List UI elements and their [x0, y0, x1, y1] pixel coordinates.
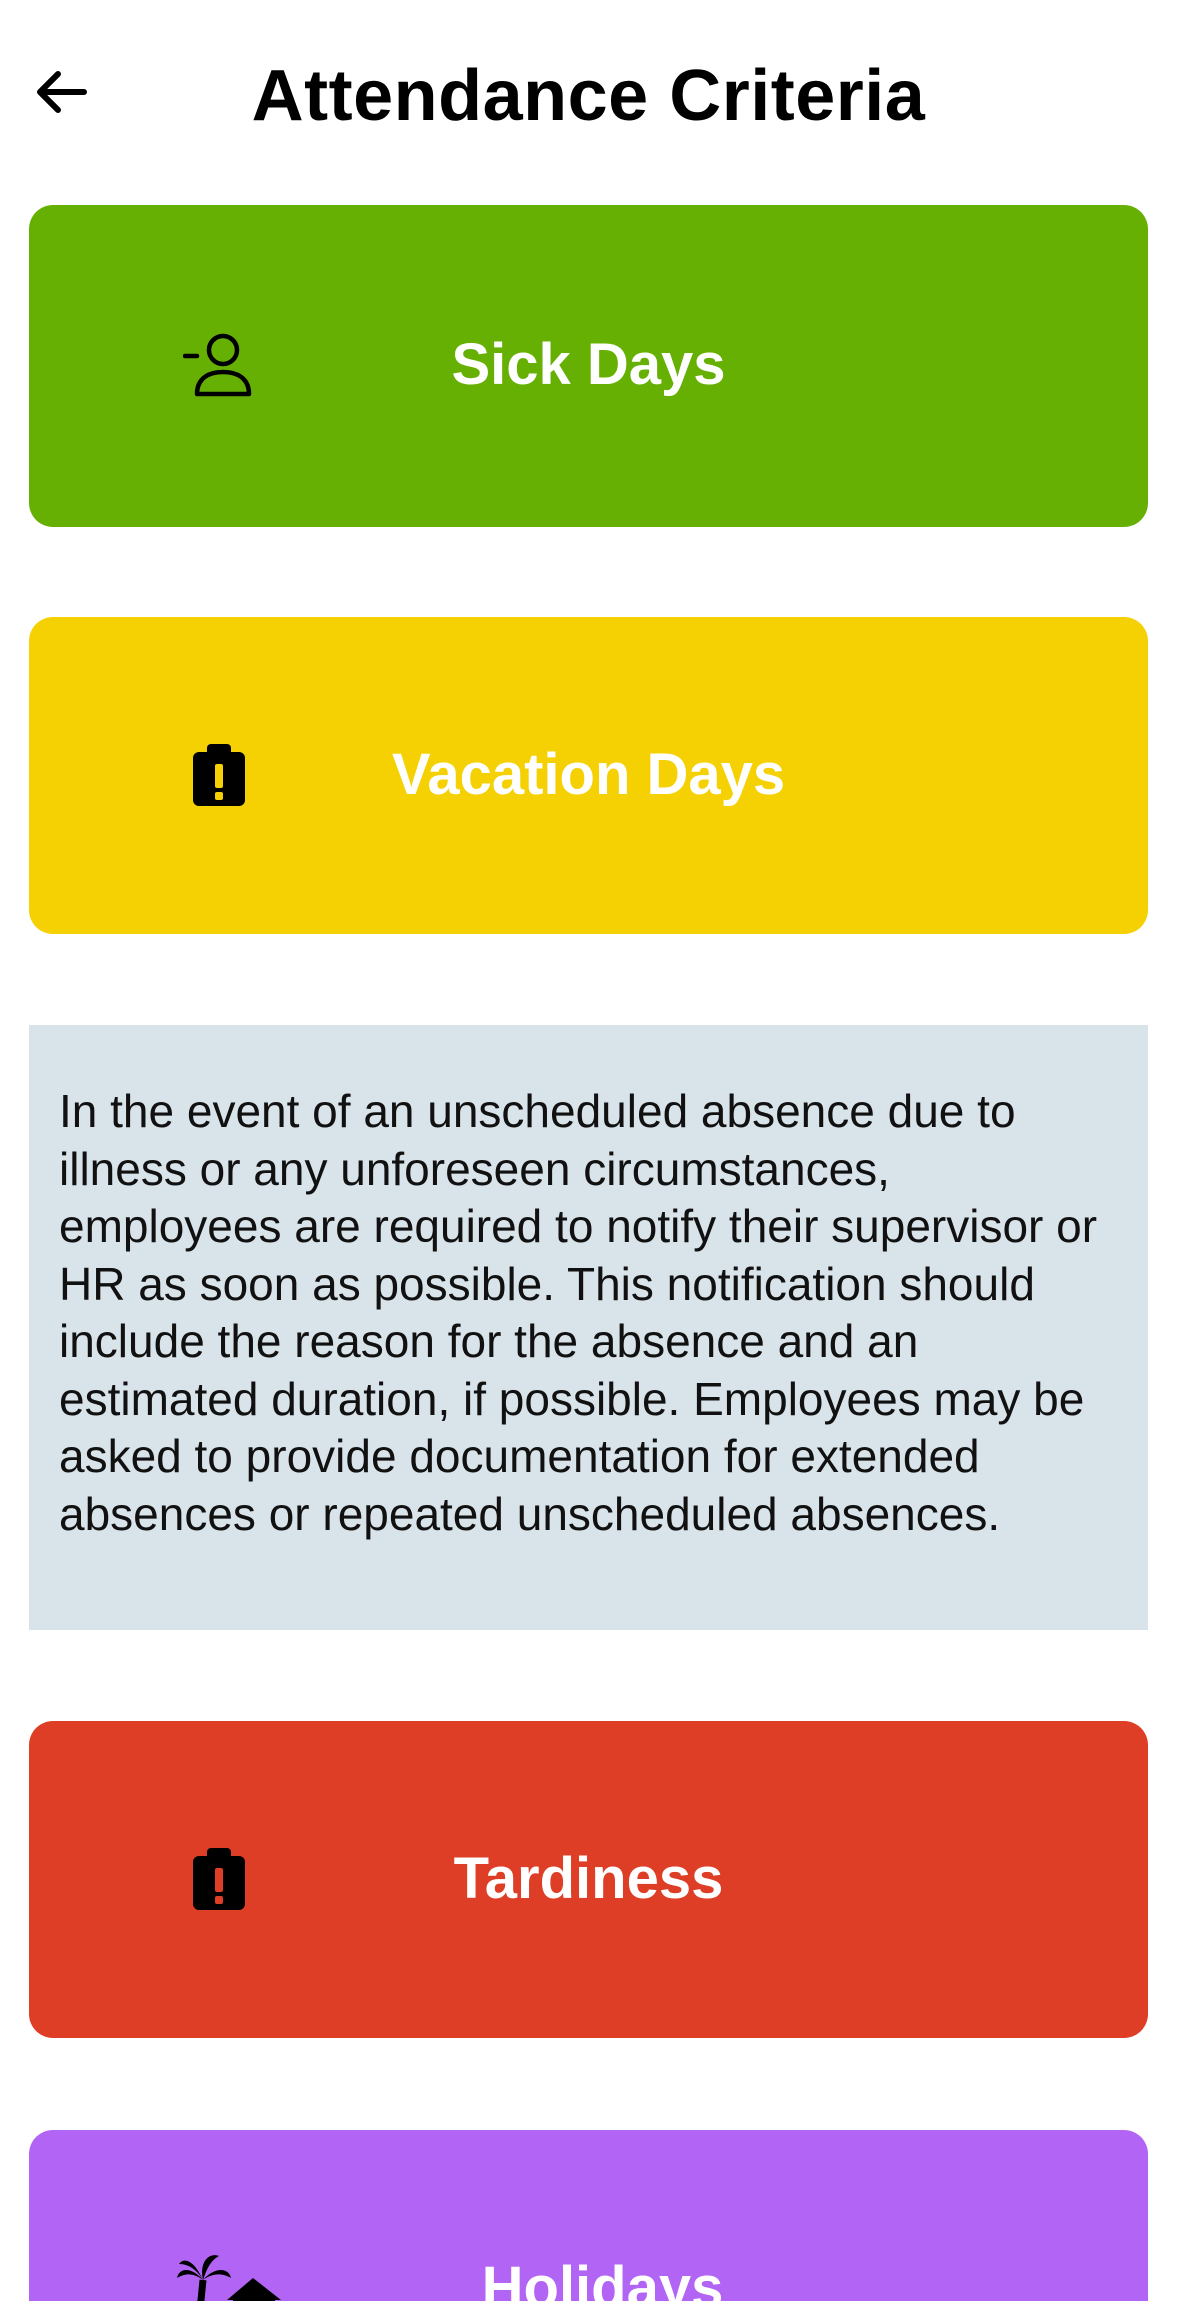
holidays-card[interactable]: Holidays: [29, 2130, 1148, 2301]
page-title: Attendance Criteria: [251, 56, 926, 136]
info-text: In the event of an unscheduled absence d…: [59, 1085, 1098, 1540]
card-label: Tardiness: [453, 1846, 724, 1911]
card-label: Holidays: [481, 2255, 724, 2301]
card-label: Vacation Days: [391, 742, 786, 807]
tardiness-card[interactable]: Tardiness: [29, 1721, 1148, 2038]
vacation-days-card[interactable]: Vacation Days: [29, 617, 1148, 934]
app-header: Attendance Criteria: [0, 0, 1177, 200]
sick-days-card[interactable]: Sick Days: [29, 205, 1148, 527]
info-panel: In the event of an unscheduled absence d…: [29, 1025, 1148, 1630]
card-label: Sick Days: [451, 332, 726, 397]
